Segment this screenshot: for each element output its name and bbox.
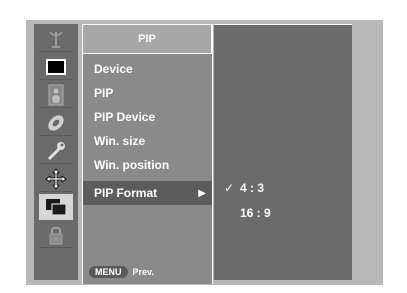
lock-icon[interactable] (39, 222, 73, 248)
option-4-3[interactable]: ✓ 4 : 3 (224, 178, 264, 198)
menu-title: PIP (83, 24, 212, 54)
arrow-right-icon: ▶ (198, 187, 206, 199)
picture-icon[interactable] (39, 54, 73, 80)
antenna-icon[interactable] (39, 26, 73, 52)
option-wrench-icon[interactable] (39, 138, 73, 164)
option-16-9-label: 16 : 9 (240, 206, 271, 220)
option-16-9[interactable]: 16 : 9 (224, 203, 271, 223)
menu-item-win-position[interactable]: Win. position (83, 153, 212, 177)
menu-footer: MENU Prev. (89, 266, 154, 278)
menu-item-pip-format[interactable]: PIP Format ▶ (83, 181, 212, 205)
menu-item-pip[interactable]: PIP (83, 81, 212, 105)
menu-item-pip-format-label: PIP Format (94, 186, 158, 200)
pip-menu-panel: PIP Device PIP PIP Device Win. size Win.… (82, 24, 213, 284)
menu-item-device[interactable]: Device (83, 57, 212, 81)
checkmark-icon: ✓ (224, 181, 235, 195)
option-4-3-label: 4 : 3 (240, 181, 265, 195)
menu-button[interactable]: MENU (89, 266, 128, 278)
pip-screen-icon[interactable] (39, 194, 73, 220)
move-arrows-icon[interactable] (39, 166, 73, 192)
menu-item-pip-device[interactable]: PIP Device (83, 105, 212, 129)
options-panel: ✓ 4 : 3 16 : 9 (214, 24, 352, 280)
speaker-icon[interactable] (39, 82, 73, 108)
icon-column (34, 24, 78, 280)
disc-icon[interactable] (39, 110, 73, 136)
menu-item-win-size[interactable]: Win. size (83, 129, 212, 153)
prev-label: Prev. (132, 267, 154, 277)
